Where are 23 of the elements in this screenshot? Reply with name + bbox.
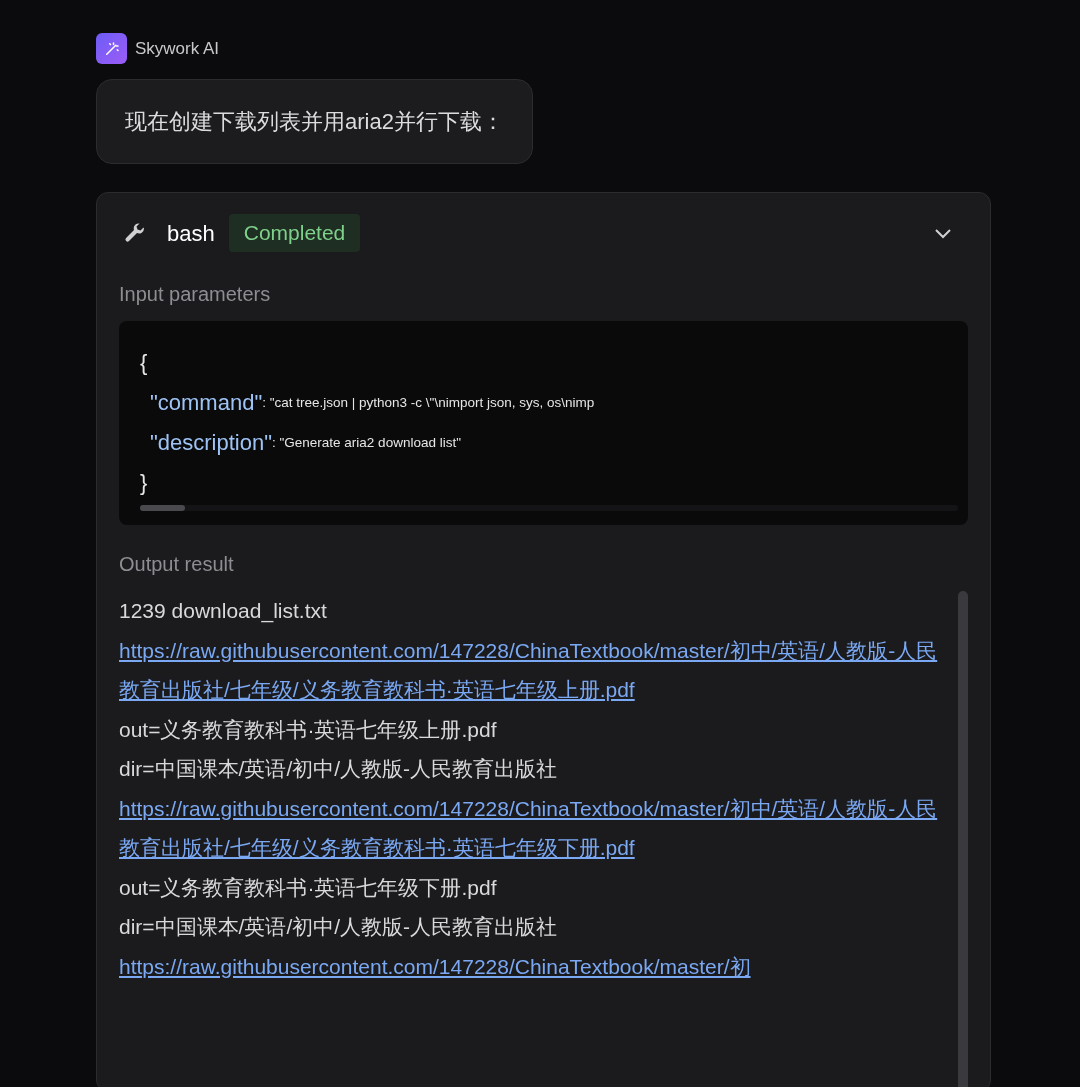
code-key: "description" (150, 423, 272, 463)
output-line: dir=中国课本/英语/初中/人教版-人民教育出版社 (119, 914, 558, 940)
horizontal-scrollbar[interactable] (140, 505, 185, 511)
section-label: Output result (119, 552, 235, 577)
code-value: : "Generate aria2 download list" (272, 434, 461, 452)
download-link[interactable]: https://raw.githubusercontent.com/147228/ChinaTextbook/master/初 (119, 946, 953, 986)
output-line: dir=中国课本/英语/初中/人教版-人民教育出版社 (119, 756, 558, 782)
code-brace: } (140, 469, 148, 497)
output-line: 1239 download_list.txt (119, 598, 327, 625)
section-label: Input parameters (119, 282, 272, 307)
status-badge: Completed (228, 214, 361, 252)
sparkle-wand-icon (96, 33, 127, 64)
download-link[interactable]: https://raw.githubusercontent.com/147228/ChinaTextbook/master/初中/英语/人教版-人民教育出版社/七年级/义务教育教科书·英语七年级上册.pdf (119, 630, 953, 710)
output-line: out=义务教育教科书·英语七年级下册.pdf (119, 874, 497, 901)
user-message: 现在创建下载列表并用aria2并行下载： (96, 79, 533, 164)
wrench-icon (123, 221, 147, 245)
code-value: : "cat tree.json | python3 -c \"\nimport json, sys, os\nimp (262, 395, 595, 412)
output-line: out=义务教育教科书·英语七年级上册.pdf (119, 716, 497, 743)
assistant-name: Skywork AI (135, 37, 220, 60)
download-link[interactable]: https://raw.githubusercontent.com/147228/ChinaTextbook/master/初中/英语/人教版-人民教育出版社/七年级/义务教育教科书·英语七年级下册.pdf (119, 788, 953, 868)
tool-name: bash (167, 219, 215, 248)
vertical-scrollbar[interactable] (958, 591, 968, 1087)
code-brace: { (140, 349, 148, 377)
